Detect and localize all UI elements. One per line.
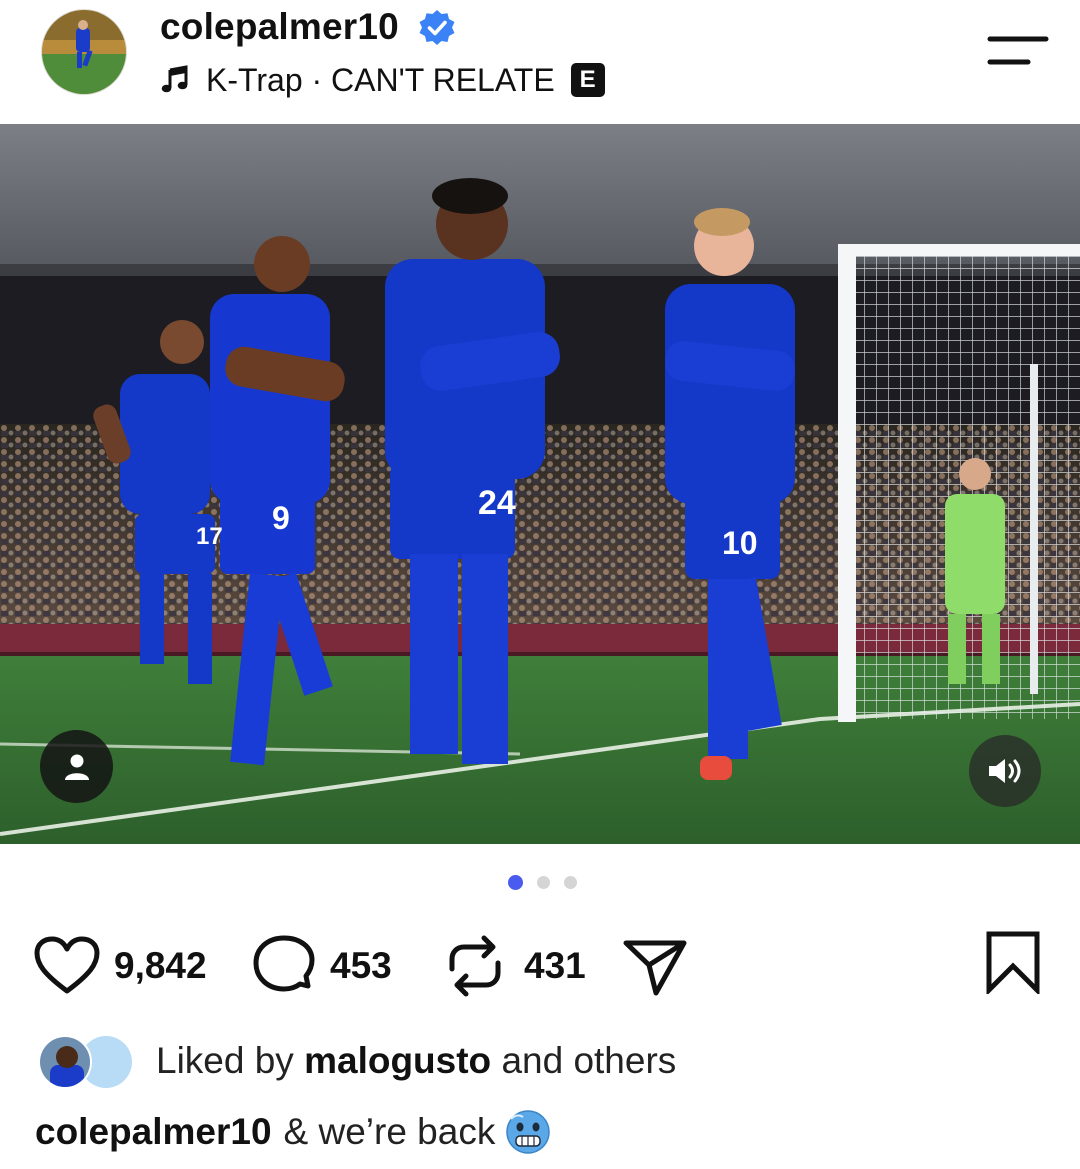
comments-count[interactable]: 453: [330, 945, 392, 987]
author-avatar[interactable]: [41, 9, 127, 95]
liker-avatars[interactable]: [38, 1033, 138, 1089]
comment-button[interactable]: 453: [252, 928, 392, 1003]
jersey-number-24: 24: [478, 484, 516, 522]
speaker-on-icon: [989, 759, 1021, 783]
person-icon: [64, 754, 89, 780]
post-caption: colepalmer10 & we’re back: [35, 1104, 551, 1160]
jersey-number-17: 17: [196, 523, 223, 550]
liked-by-row[interactable]: Liked by malogusto and others: [38, 1030, 676, 1092]
tagged-users-button[interactable]: [40, 730, 113, 803]
post-media[interactable]: 17 9 24 10: [0, 124, 1080, 844]
liked-by-suffix[interactable]: and others: [501, 1040, 676, 1081]
music-attribution[interactable]: K-Trap · CAN'T RELATE E: [160, 60, 605, 100]
music-note-icon: [161, 65, 188, 93]
comment-bubble-icon: [253, 935, 315, 991]
bookmark-icon[interactable]: [985, 930, 1041, 994]
repost-icon: [449, 935, 501, 996]
repost-button[interactable]: 431: [444, 928, 586, 1003]
liker-avatar[interactable]: [38, 1035, 92, 1089]
music-artist: K-Trap: [206, 61, 303, 98]
celebration-photo: 17 9 24 10: [0, 124, 1080, 844]
jersey-number-10: 10: [722, 525, 758, 561]
reposts-count[interactable]: 431: [524, 945, 586, 987]
menu-lines-icon[interactable]: [986, 30, 1050, 70]
liked-by-prefix: Liked by: [156, 1040, 294, 1081]
verified-badge-icon: [419, 10, 455, 45]
post-header: colepalmer10 K-Trap · CAN'T RELATE E: [0, 0, 1080, 124]
carousel-dot[interactable]: [536, 876, 550, 889]
heart-icon: [34, 936, 100, 993]
post: colepalmer10 K-Trap · CAN'T RELATE E 17 …: [0, 0, 1080, 1169]
share-button[interactable]: [622, 928, 688, 1003]
author-username[interactable]: colepalmer10: [160, 6, 399, 48]
paper-plane-icon: [623, 940, 687, 995]
sound-toggle-button[interactable]: [969, 735, 1041, 807]
caption-username[interactable]: colepalmer10: [35, 1111, 272, 1153]
liked-by-text: Liked by malogusto and others: [156, 1040, 676, 1082]
liked-by-user[interactable]: malogusto: [304, 1040, 491, 1081]
action-bar: 9,842 453 431: [0, 928, 1080, 1003]
cold-face-emoji: [506, 1110, 551, 1154]
carousel-dot-active[interactable]: [507, 875, 523, 890]
caption-text: & we’re back: [283, 1111, 496, 1152]
carousel-dot[interactable]: [563, 876, 577, 889]
explicit-badge: E: [570, 63, 605, 97]
carousel-indicator: [0, 875, 1080, 896]
jersey-number-9: 9: [272, 500, 290, 536]
likes-count[interactable]: 9,842: [114, 945, 207, 987]
music-separator: ·: [302, 61, 332, 98]
music-track: CAN'T RELATE: [331, 61, 555, 98]
like-button[interactable]: 9,842: [34, 928, 207, 1003]
